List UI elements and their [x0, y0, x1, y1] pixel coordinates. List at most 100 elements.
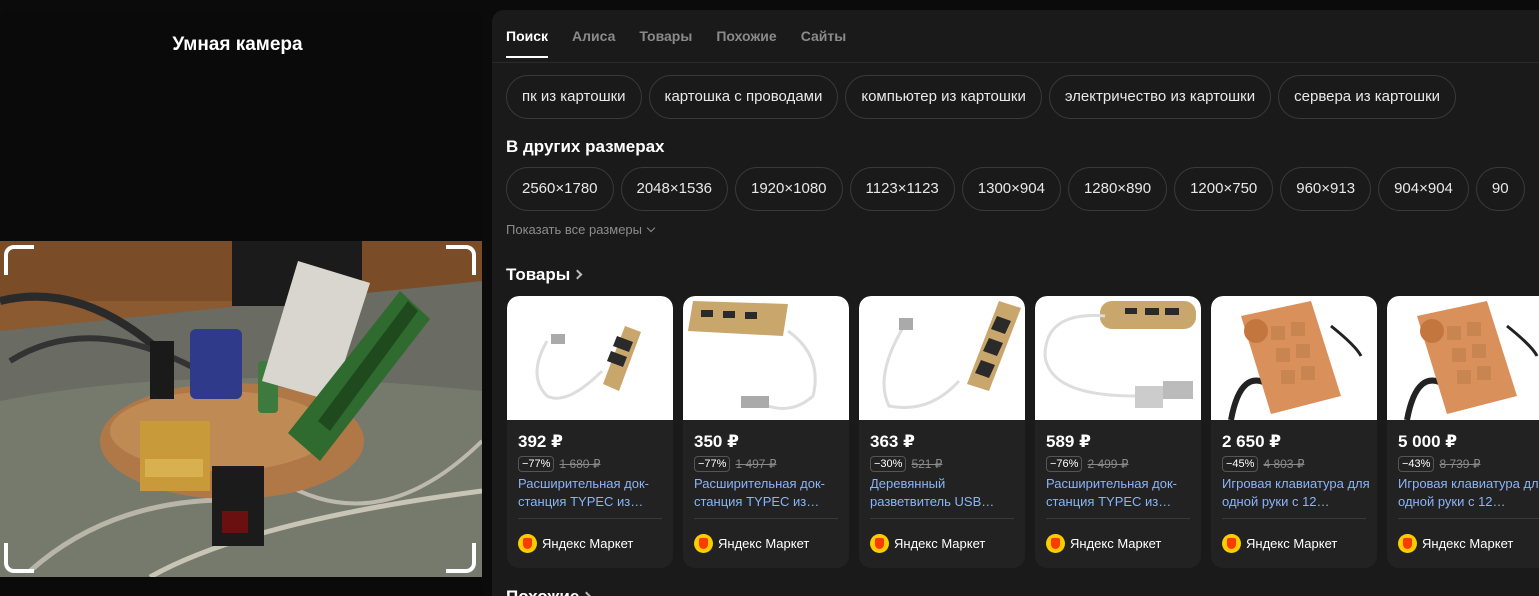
product-price: 5 000 ₽: [1398, 432, 1458, 451]
product-image: [1035, 296, 1201, 420]
tab-sites[interactable]: Сайты: [801, 28, 847, 58]
tab-search[interactable]: Поиск: [506, 28, 549, 58]
old-price: 8 739 ₽: [1439, 457, 1481, 471]
query-chip[interactable]: электричество из картошки: [1048, 75, 1272, 119]
old-price: 2 499 ₽: [1087, 457, 1129, 471]
discount-row: −77% 1 497 ₽: [694, 456, 776, 472]
query-suggestions: пк из картошки картошка с проводами комп…: [506, 75, 1457, 119]
size-chips: 2560×1780 2048×1536 1920×1080 1123×1123 …: [506, 167, 1525, 211]
size-chip[interactable]: 960×913: [1280, 167, 1372, 211]
query-chip[interactable]: картошка с проводами: [648, 75, 839, 119]
tabs-divider: [492, 62, 1539, 63]
discount-badge: −45%: [1222, 456, 1259, 472]
product-image: [683, 296, 849, 420]
usb-hub-image: [535, 326, 641, 400]
card-divider: [1398, 518, 1539, 519]
old-price: 521 ₽: [911, 457, 943, 471]
card-divider: [1222, 518, 1366, 519]
product-card[interactable]: 363 ₽ −30% 521 ₽ Деревянный разветвитель…: [859, 296, 1025, 568]
product-price: 2 650 ₽: [1222, 432, 1282, 451]
search-photo[interactable]: [0, 241, 482, 577]
chevron-down-icon: [646, 223, 656, 233]
similar-title-link[interactable]: Похожие: [506, 587, 592, 596]
query-chip[interactable]: компьютер из картошки: [845, 75, 1042, 119]
yandex-market-icon: [694, 534, 713, 553]
size-chip[interactable]: 1123×1123: [849, 167, 955, 211]
product-name: Расширительная док-станция TYPEC из…: [1046, 476, 1178, 509]
product-price: 350 ₽: [694, 432, 739, 451]
discount-row: −77% 1 680 ₽: [518, 456, 600, 472]
discount-row: −45% 4 803 ₽: [1222, 456, 1304, 472]
card-divider: [870, 518, 1014, 519]
query-chip[interactable]: пк из картошки: [506, 75, 642, 119]
product-image: [1387, 296, 1539, 420]
discount-badge: −76%: [1046, 456, 1083, 472]
shop-name: Яндекс Маркет: [1246, 536, 1338, 551]
discount-badge: −77%: [518, 456, 555, 472]
size-chip[interactable]: 1300×904: [961, 167, 1061, 211]
usb-hub-image: [688, 301, 817, 410]
potato-computer-photo: [0, 241, 482, 577]
shop-name: Яндекс Маркет: [542, 536, 634, 551]
product-name: Расширительная док-станция TYPEC из…: [518, 476, 650, 509]
card-divider: [694, 518, 838, 519]
card-divider: [518, 518, 662, 519]
discount-row: −76% 2 499 ₽: [1046, 456, 1128, 472]
card-divider: [1046, 518, 1190, 519]
show-all-sizes-link[interactable]: Показать все размеры: [506, 222, 656, 237]
product-image: [1211, 296, 1377, 420]
frame-corner: [446, 245, 476, 275]
size-chip[interactable]: 904×904: [1378, 167, 1469, 211]
discount-row: −30% 521 ₽: [870, 456, 942, 472]
size-chip[interactable]: 1920×1080: [735, 167, 843, 211]
frame-corner: [4, 543, 34, 573]
old-price: 4 803 ₽: [1263, 457, 1305, 471]
yandex-market-icon: [1398, 534, 1417, 553]
product-name: Игровая клавиатура для одной руки с 12…: [1222, 476, 1370, 509]
shop-name: Яндекс Маркет: [1422, 536, 1514, 551]
product-card[interactable]: 350 ₽ −77% 1 497 ₽ Расширительная док-ст…: [683, 296, 849, 568]
usb-hub-image: [1043, 301, 1196, 408]
product-card[interactable]: 392 ₽ −77% 1 680 ₽ Расширительная док-ст…: [507, 296, 673, 568]
shop-row: Яндекс Маркет: [694, 534, 809, 553]
keypad-image: [1404, 301, 1539, 420]
show-all-label: Показать все размеры: [506, 222, 642, 237]
size-chip[interactable]: 2048×1536: [620, 167, 728, 211]
shop-name: Яндекс Маркет: [1070, 536, 1162, 551]
product-price: 392 ₽: [518, 432, 563, 451]
shop-name: Яндекс Маркет: [718, 536, 810, 551]
tab-alice[interactable]: Алиса: [572, 28, 615, 58]
size-chip[interactable]: 1280×890: [1067, 167, 1168, 211]
chevron-right-icon: [581, 591, 592, 596]
product-price: 363 ₽: [870, 432, 915, 451]
sizes-title: В других размерах: [506, 137, 665, 156]
result-tabs: Поиск Алиса Товары Похожие Сайты: [506, 28, 846, 58]
chevron-right-icon: [572, 269, 583, 280]
discount-badge: −43%: [1398, 456, 1435, 472]
frame-corner: [446, 543, 476, 573]
size-chip[interactable]: 90: [1475, 167, 1525, 211]
goods-title-link[interactable]: Товары: [506, 265, 583, 285]
old-price: 1 497 ₽: [735, 457, 777, 471]
product-name: Расширительная док-станция TYPEC из…: [694, 476, 826, 509]
size-chip[interactable]: 1200×750: [1174, 167, 1274, 211]
results-panel: Поиск Алиса Товары Похожие Сайты пк из к…: [492, 10, 1539, 596]
product-card[interactable]: 5 000 ₽ −43% 8 739 ₽ Игровая клавиатура …: [1387, 296, 1539, 568]
discount-badge: −30%: [870, 456, 907, 472]
shop-row: Яндекс Маркет: [1046, 534, 1161, 553]
tab-goods[interactable]: Товары: [639, 28, 692, 58]
product-image: [507, 296, 673, 420]
similar-title: Похожие: [506, 587, 579, 596]
shop-row: Яндекс Маркет: [870, 534, 985, 553]
usb-hub-image: [882, 301, 1021, 410]
yandex-market-icon: [1046, 534, 1065, 553]
tab-similar[interactable]: Похожие: [716, 28, 776, 58]
product-card[interactable]: 2 650 ₽ −45% 4 803 ₽ Игровая клавиатура …: [1211, 296, 1377, 568]
shop-row: Яндекс Маркет: [518, 534, 633, 553]
size-chip[interactable]: 2560×1780: [506, 167, 614, 211]
keypad-image: [1228, 301, 1363, 420]
query-chip[interactable]: сервера из картошки: [1278, 75, 1457, 119]
product-image: [859, 296, 1025, 420]
smart-camera-title: Умная камера: [172, 34, 303, 55]
product-card[interactable]: 589 ₽ −76% 2 499 ₽ Расширительная док-ст…: [1035, 296, 1201, 568]
